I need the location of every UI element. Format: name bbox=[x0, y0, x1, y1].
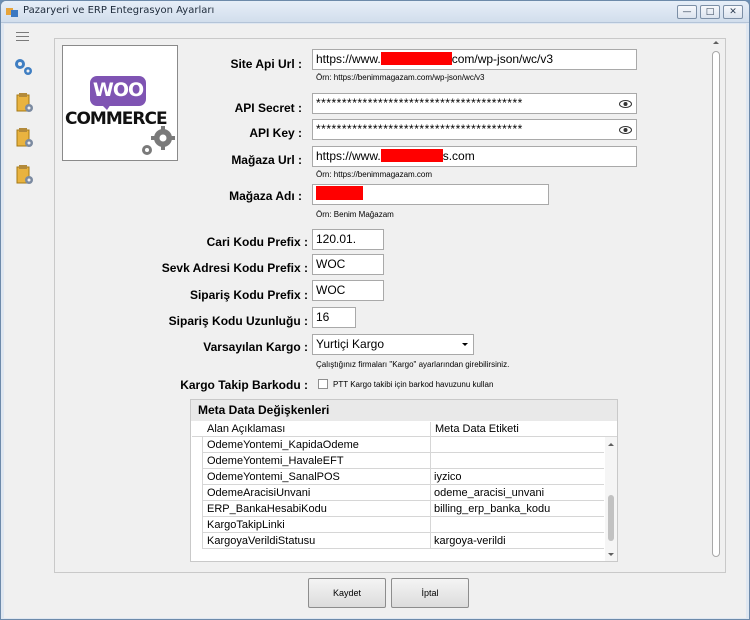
magaza-adi-label: Mağaza Adı : bbox=[229, 189, 302, 203]
redaction-mark bbox=[380, 52, 452, 65]
cell-alan[interactable]: KargoTakipLinki bbox=[203, 517, 431, 533]
meta-data-grid: Alan Açıklaması Meta Data Etiketi OdemeY… bbox=[192, 422, 617, 561]
api-key-label: API Key : bbox=[249, 126, 302, 140]
cell-etiket[interactable]: kargoya-verildi bbox=[431, 533, 604, 549]
varsayilan-kargo-select[interactable]: Yurtiçi Kargo bbox=[312, 334, 474, 355]
database-settings-icon-3[interactable] bbox=[13, 164, 35, 186]
cancel-button[interactable]: İptal bbox=[391, 578, 469, 608]
siparis-kodu-prefix-label: Sipariş Kodu Prefix : bbox=[189, 288, 308, 302]
chevron-down-icon bbox=[462, 343, 468, 346]
cell-etiket[interactable] bbox=[431, 437, 604, 453]
cell-alan[interactable]: ERP_BankaHesabiKodu bbox=[203, 501, 431, 517]
siparis-kodu-prefix-input[interactable]: WOC bbox=[312, 280, 384, 301]
cell-etiket[interactable] bbox=[431, 517, 604, 533]
kargo-takip-barkodu-label: Kargo Takip Barkodu : bbox=[180, 378, 308, 392]
close-button[interactable]: ✕ bbox=[723, 5, 743, 19]
scroll-up-icon[interactable] bbox=[713, 41, 719, 44]
settings-panel: WOO COMMERCE Site Api Url : https://www.… bbox=[54, 38, 726, 573]
main-scrollbar[interactable] bbox=[710, 38, 722, 558]
meta-data-title: Meta Data Değişkenleri bbox=[191, 400, 617, 421]
scroll-up-icon[interactable] bbox=[608, 443, 614, 446]
redaction-mark bbox=[316, 186, 363, 200]
magaza-url-label: Mağaza Url : bbox=[231, 153, 302, 167]
ptt-barkod-checkbox-label[interactable]: PTT Kargo takibi için barkod havuzunu ku… bbox=[333, 380, 493, 389]
table-row[interactable]: OdemeAracisiUnvani odeme_aracisi_unvani bbox=[192, 485, 604, 501]
varsayilan-kargo-hint: Çalıştığınız firmaları "Kargo" ayarların… bbox=[316, 360, 510, 369]
redaction-mark bbox=[380, 149, 443, 162]
woocommerce-logo: WOO COMMERCE bbox=[62, 45, 178, 161]
cell-etiket[interactable]: iyzico bbox=[431, 469, 604, 485]
maximize-button[interactable]: □ bbox=[700, 5, 720, 19]
gears-icon bbox=[142, 126, 175, 155]
cari-kodu-prefix-input[interactable]: 120.01. bbox=[312, 229, 384, 250]
cell-alan[interactable]: OdemeYontemi_HavaleEFT bbox=[203, 453, 431, 469]
magaza-url-input[interactable]: https://www. s.com bbox=[312, 146, 637, 167]
site-api-url-input[interactable]: https://www. com/wp-json/wc/v3 bbox=[312, 49, 637, 70]
minimize-button[interactable]: — bbox=[677, 5, 697, 19]
column-header-etiket[interactable]: Meta Data Etiketi bbox=[431, 422, 604, 437]
app-icon bbox=[6, 8, 18, 17]
database-settings-icon-2[interactable] bbox=[13, 127, 35, 149]
title-bar: Pazaryeri ve ERP Entegrasyon Ayarları — … bbox=[1, 1, 749, 23]
magaza-adi-input[interactable] bbox=[312, 184, 549, 205]
table-row[interactable]: ERP_BankaHesabiKodu billing_erp_banka_ko… bbox=[192, 501, 604, 517]
table-row[interactable]: KargoyaVerildiStatusu kargoya-verildi bbox=[192, 533, 604, 549]
meta-data-group: Meta Data Değişkenleri Alan Açıklaması M… bbox=[190, 399, 618, 562]
grid-header: Alan Açıklaması Meta Data Etiketi bbox=[192, 422, 617, 437]
siparis-kodu-uzunlugu-input[interactable]: 16 bbox=[312, 307, 356, 328]
sevk-adresi-kodu-prefix-label: Sevk Adresi Kodu Prefix : bbox=[161, 261, 308, 275]
magaza-adi-hint: Örn: Benim Mağazam bbox=[316, 210, 394, 219]
cari-kodu-prefix-label: Cari Kodu Prefix : bbox=[206, 235, 308, 249]
cell-etiket[interactable] bbox=[431, 453, 604, 469]
siparis-kodu-uzunlugu-label: Sipariş Kodu Uzunluğu : bbox=[168, 314, 308, 328]
site-api-url-label: Site Api Url : bbox=[230, 57, 302, 71]
save-button[interactable]: Kaydet bbox=[308, 578, 386, 608]
show-password-icon[interactable] bbox=[619, 98, 632, 110]
api-secret-label: API Secret : bbox=[234, 101, 302, 115]
cell-alan[interactable]: OdemeAracisiUnvani bbox=[203, 485, 431, 501]
database-settings-icon[interactable] bbox=[13, 92, 35, 114]
magaza-url-hint: Örn: https://benimmagazam.com bbox=[316, 170, 433, 179]
grid-scroll-thumb[interactable] bbox=[608, 495, 614, 541]
window-title: Pazaryeri ve ERP Entegrasyon Ayarları bbox=[23, 5, 215, 16]
cell-alan[interactable]: OdemeYontemi_SanalPOS bbox=[203, 469, 431, 485]
table-row[interactable]: OdemeYontemi_SanalPOS iyzico bbox=[192, 469, 604, 485]
sevk-adresi-kodu-prefix-input[interactable]: WOC bbox=[312, 254, 384, 275]
ptt-barkod-checkbox[interactable] bbox=[318, 379, 328, 389]
show-key-icon[interactable] bbox=[619, 124, 632, 136]
table-row[interactable]: KargoTakipLinki bbox=[192, 517, 604, 533]
settings-window: Pazaryeri ve ERP Entegrasyon Ayarları — … bbox=[0, 0, 750, 620]
client-area: WOO COMMERCE Site Api Url : https://www.… bbox=[4, 24, 746, 618]
grid-scrollbar[interactable] bbox=[605, 437, 617, 561]
left-sidebar bbox=[4, 24, 44, 618]
table-row[interactable]: OdemeYontemi_KapidaOdeme bbox=[192, 437, 604, 453]
column-header-alan[interactable]: Alan Açıklaması bbox=[203, 422, 431, 437]
cell-etiket[interactable]: odeme_aracisi_unvani bbox=[431, 485, 604, 501]
settings-gears-icon[interactable] bbox=[13, 57, 35, 79]
cell-alan[interactable]: OdemeYontemi_KapidaOdeme bbox=[203, 437, 431, 453]
woo-bubble: WOO bbox=[90, 76, 146, 106]
scroll-down-icon[interactable] bbox=[608, 553, 614, 556]
api-secret-input[interactable]: **************************************** bbox=[312, 93, 637, 114]
api-key-input[interactable]: **************************************** bbox=[312, 119, 637, 140]
cell-alan[interactable]: KargoyaVerildiStatusu bbox=[203, 533, 431, 549]
menu-icon[interactable] bbox=[16, 32, 29, 41]
main-scroll-thumb[interactable] bbox=[712, 51, 720, 557]
table-row[interactable]: OdemeYontemi_HavaleEFT bbox=[192, 453, 604, 469]
site-api-url-hint: Örn: https://benimmagazam.com/wp-json/wc… bbox=[316, 73, 485, 82]
cell-etiket[interactable]: billing_erp_banka_kodu bbox=[431, 501, 604, 517]
varsayilan-kargo-label: Varsayılan Kargo : bbox=[203, 340, 308, 354]
